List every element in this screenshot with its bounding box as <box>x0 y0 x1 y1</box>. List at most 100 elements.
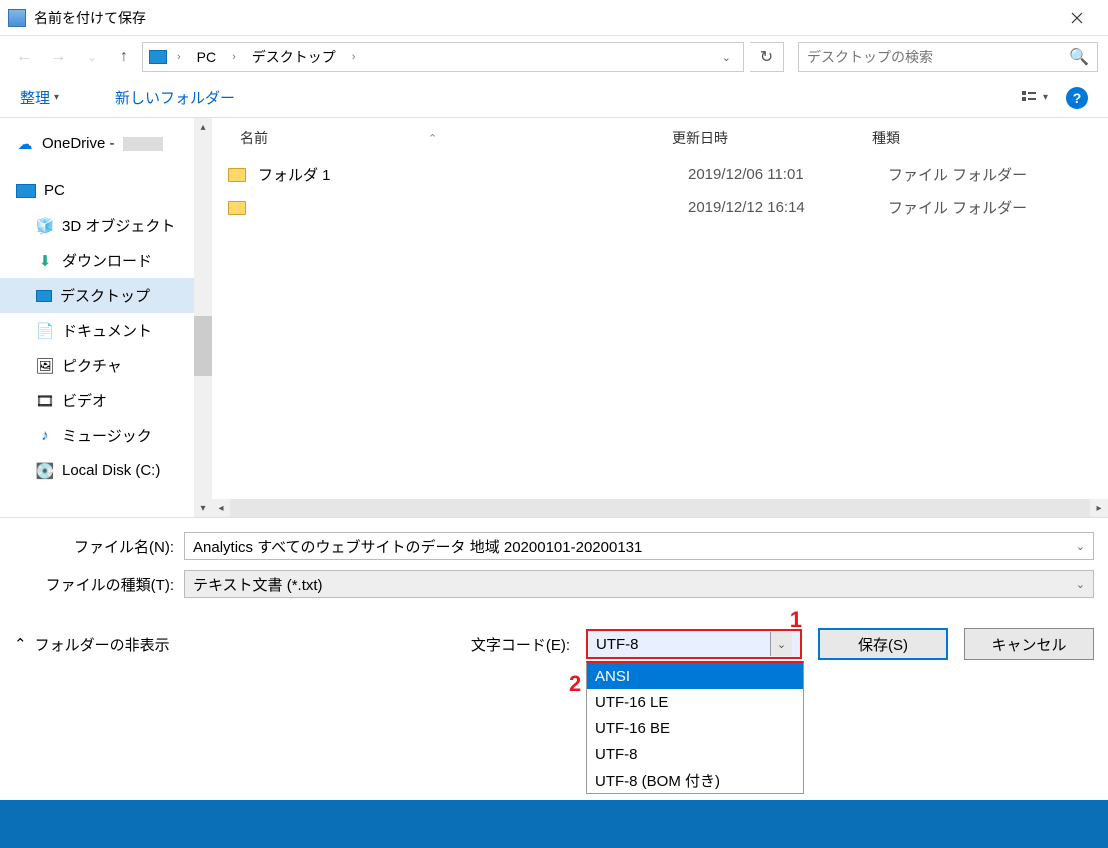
window-title: 名前を付けて保存 <box>34 8 1054 28</box>
file-row[interactable]: 2019/12/12 16:14 ファイル フォルダー <box>228 191 1108 224</box>
col-date[interactable]: 更新日時 <box>672 128 872 148</box>
col-name[interactable]: 名前⌃ <box>240 128 672 148</box>
chevron-right-icon: › <box>226 51 242 63</box>
folder-icon <box>228 201 246 215</box>
encoding-option-utf8bom[interactable]: UTF-8 (BOM 付き) <box>587 767 803 793</box>
refresh-button[interactable]: ↻ <box>750 42 784 72</box>
sidebar-label: デスクトップ <box>60 285 150 306</box>
encoding-option-utf16le[interactable]: UTF-16 LE <box>587 689 803 715</box>
filetype-select[interactable]: テキスト文書 (*.txt) ⌄ <box>184 570 1094 598</box>
horizontal-scrollbar[interactable]: ◂ ▸ <box>212 499 1108 517</box>
video-icon: 🎞 <box>36 393 54 409</box>
hide-folders-button[interactable]: ⌃ フォルダーの非表示 <box>14 634 170 655</box>
folder-icon <box>228 168 246 182</box>
encoding-label: 文字コード(E): <box>471 634 570 655</box>
sidebar-item-documents[interactable]: 📄 ドキュメント <box>0 313 212 348</box>
file-type: ファイル フォルダー <box>888 164 1027 185</box>
column-headers: 名前⌃ 更新日時 種類 <box>212 118 1108 150</box>
file-name: フォルダ 1 <box>258 164 688 185</box>
chevron-down-icon[interactable]: ⌄ <box>770 632 792 656</box>
breadcrumb[interactable]: › PC › デスクトップ › ⌄ <box>142 42 744 72</box>
search-input[interactable] <box>807 49 1069 65</box>
sort-up-icon: ⌃ <box>428 132 437 145</box>
file-type: ファイル フォルダー <box>888 197 1027 218</box>
breadcrumb-pc[interactable]: PC <box>191 49 222 65</box>
chevron-down-icon[interactable]: ⌄ <box>1076 540 1085 553</box>
chevron-up-icon: ⌃ <box>14 635 27 653</box>
encoding-dropdown: 2 ANSI UTF-16 LE UTF-16 BE UTF-8 UTF-8 (… <box>586 661 804 794</box>
document-icon: 📄 <box>36 323 54 339</box>
sidebar-item-3d[interactable]: 🧊3D オブジェクト <box>0 208 212 243</box>
pictures-icon: 🖼 <box>36 358 54 374</box>
chevron-down-icon[interactable]: ⌄ <box>716 51 737 64</box>
sidebar-label: OneDrive - <box>42 135 115 152</box>
view-button[interactable]: ▾ <box>1021 90 1048 106</box>
sidebar-item-desktop[interactable]: デスクトップ <box>0 278 212 313</box>
col-type[interactable]: 種類 <box>872 128 900 148</box>
hide-folders-label: フォルダーの非表示 <box>35 634 170 655</box>
search-box[interactable]: 🔍 <box>798 42 1098 72</box>
encoding-option-ansi[interactable]: ANSI <box>587 663 803 689</box>
scroll-right-icon[interactable]: ▸ <box>1090 499 1108 517</box>
encoding-option-utf16be[interactable]: UTF-16 BE <box>587 715 803 741</box>
scroll-down-icon[interactable]: ▾ <box>194 499 212 517</box>
sidebar-item-pictures[interactable]: 🖼 ピクチャ <box>0 348 212 383</box>
save-button[interactable]: 保存(S) <box>818 628 948 660</box>
cancel-button[interactable]: キャンセル <box>964 628 1094 660</box>
chevron-down-icon[interactable]: ⌄ <box>1076 578 1085 591</box>
filename-input[interactable]: Analytics すべてのウェブサイトのデータ 地域 20200101-202… <box>184 532 1094 560</box>
sidebar-onedrive[interactable]: ☁ OneDrive - <box>0 126 212 161</box>
chevron-down-icon: ▾ <box>1043 92 1048 103</box>
view-icon <box>1021 90 1039 106</box>
sidebar-pc[interactable]: PC <box>0 173 212 208</box>
sidebar-label: ミュージック <box>62 425 152 446</box>
encoding-value: UTF-8 <box>596 636 639 653</box>
search-icon[interactable]: 🔍 <box>1069 47 1089 67</box>
toolbar: 整理 ▾ 新しいフォルダー ▾ ? <box>0 78 1108 118</box>
nav-bar: ← → ⌄ ↑ › PC › デスクトップ › ⌄ ↻ 🔍 <box>0 36 1108 78</box>
sidebar-label: Local Disk (C:) <box>62 462 160 479</box>
help-button[interactable]: ? <box>1066 87 1088 109</box>
close-button[interactable] <box>1054 2 1100 34</box>
recent-dropdown[interactable]: ⌄ <box>78 43 106 71</box>
sidebar-label: ピクチャ <box>62 355 122 376</box>
redacted-text <box>123 137 163 151</box>
cube-icon: 🧊 <box>36 218 54 234</box>
file-list-area: 名前⌃ 更新日時 種類 フォルダ 1 2019/12/06 11:01 ファイル… <box>212 118 1108 517</box>
main-area: ☁ OneDrive - PC 🧊3D オブジェクト ⬇ ダウンロード デスクトッ… <box>0 118 1108 518</box>
sidebar-scrollbar[interactable]: ▴ ▾ <box>194 118 212 517</box>
file-date: 2019/12/12 16:14 <box>688 199 888 216</box>
new-folder-button[interactable]: 新しいフォルダー <box>115 87 235 108</box>
sidebar-item-videos[interactable]: 🎞 ビデオ <box>0 383 212 418</box>
chevron-down-icon: ▾ <box>54 92 59 103</box>
encoding-option-utf8[interactable]: UTF-8 <box>587 741 803 767</box>
sidebar-label: ドキュメント <box>62 320 152 341</box>
pc-icon <box>149 50 167 64</box>
sidebar-item-localdisk[interactable]: 💽Local Disk (C:) <box>0 453 212 488</box>
file-row[interactable]: フォルダ 1 2019/12/06 11:01 ファイル フォルダー <box>228 158 1108 191</box>
forward-button[interactable]: → <box>44 43 72 71</box>
sidebar-item-music[interactable]: ♪ミュージック <box>0 418 212 453</box>
sidebar-label: ダウンロード <box>62 250 152 271</box>
sidebar-label: ビデオ <box>62 390 107 411</box>
scroll-up-icon[interactable]: ▴ <box>194 118 212 136</box>
up-button[interactable]: ↑ <box>112 45 136 69</box>
close-icon <box>1071 12 1083 24</box>
sidebar-item-downloads[interactable]: ⬇ ダウンロード <box>0 243 212 278</box>
desktop-icon <box>36 290 52 302</box>
annotation-1: 1 <box>790 607 802 633</box>
encoding-select[interactable]: UTF-8 ⌄ 1 2 ANSI UTF-16 LE UTF-16 BE UTF… <box>586 629 802 659</box>
filename-value: Analytics すべてのウェブサイトのデータ 地域 20200101-202… <box>193 536 642 557</box>
download-icon: ⬇ <box>36 253 54 269</box>
pc-icon <box>16 184 36 198</box>
sidebar: ☁ OneDrive - PC 🧊3D オブジェクト ⬇ ダウンロード デスクトッ… <box>0 118 212 517</box>
organize-button[interactable]: 整理 ▾ <box>20 87 59 108</box>
breadcrumb-desktop[interactable]: デスクトップ <box>246 47 342 67</box>
filetype-value: テキスト文書 (*.txt) <box>193 574 323 595</box>
sidebar-label: PC <box>44 182 65 199</box>
file-date: 2019/12/06 11:01 <box>688 166 888 183</box>
back-button[interactable]: ← <box>10 43 38 71</box>
scroll-left-icon[interactable]: ◂ <box>212 499 230 517</box>
scroll-thumb[interactable] <box>194 316 212 376</box>
annotation-2: 2 <box>569 671 581 697</box>
